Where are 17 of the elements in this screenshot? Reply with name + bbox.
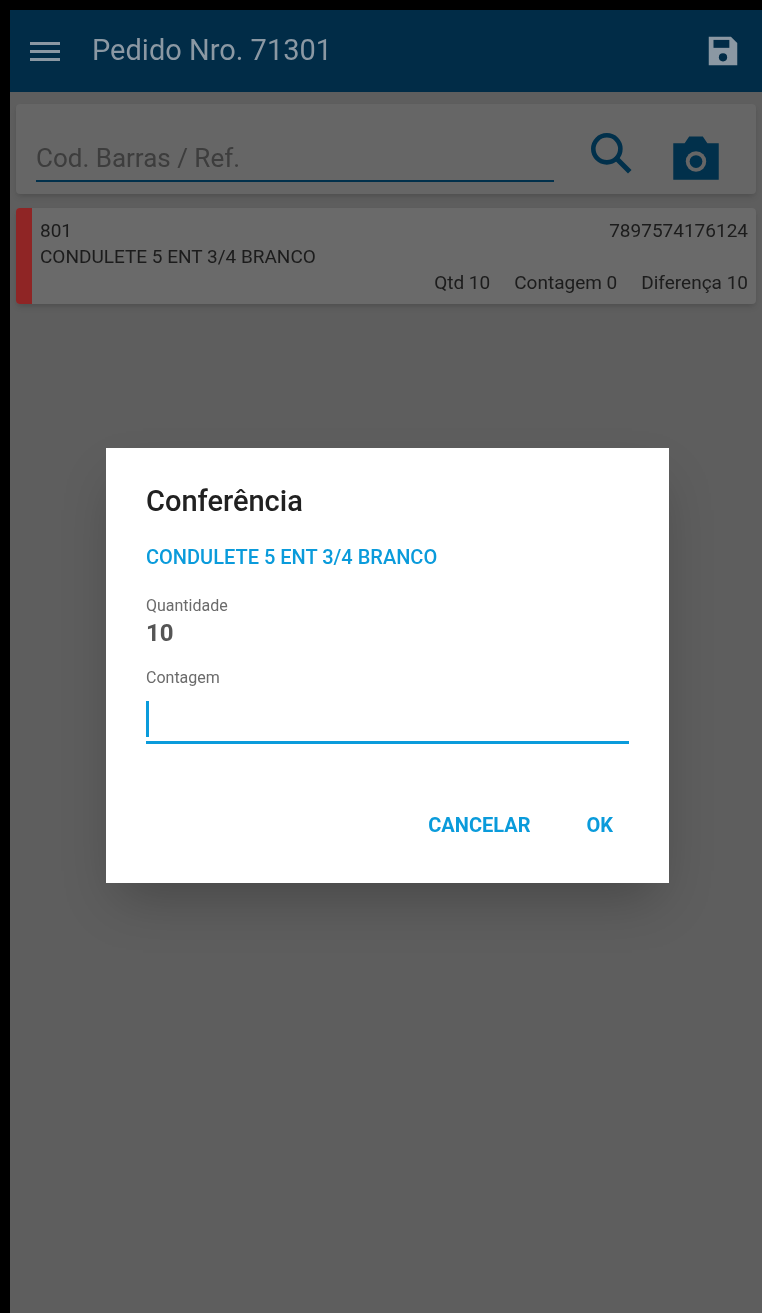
item-count: Contagem 0 xyxy=(514,270,618,296)
item-description: CONDULETE 5 ENT 3/4 BRANCO xyxy=(40,244,317,270)
item-difference: Diferença 10 xyxy=(641,270,748,296)
text-cursor xyxy=(146,701,149,737)
product-name: CONDULETE 5 ENT 3/4 BRANCO xyxy=(146,543,439,571)
quantity-label: Quantidade xyxy=(146,594,229,617)
app-bar-title: Pedido Nro. 71301 xyxy=(92,32,334,70)
item-quantity: Qtd 10 xyxy=(434,270,491,296)
dialog-button[interactable]: CANCELAR xyxy=(428,809,531,840)
quantity-value: 10 xyxy=(146,617,175,648)
count-label: Contagem xyxy=(146,666,221,689)
menu-icon[interactable] xyxy=(30,40,60,62)
item-card[interactable]: 801 7897574176124 CONDULETE 5 ENT 3/4 BRANCO Qtd 10 Contagem 0 Diferença 10 xyxy=(16,208,756,304)
item-code: 801 xyxy=(40,218,73,244)
dialog-title: Conferência xyxy=(146,483,304,520)
item-barcode: 7897574176124 xyxy=(609,218,748,244)
dialog-button[interactable]: OK xyxy=(586,809,613,840)
